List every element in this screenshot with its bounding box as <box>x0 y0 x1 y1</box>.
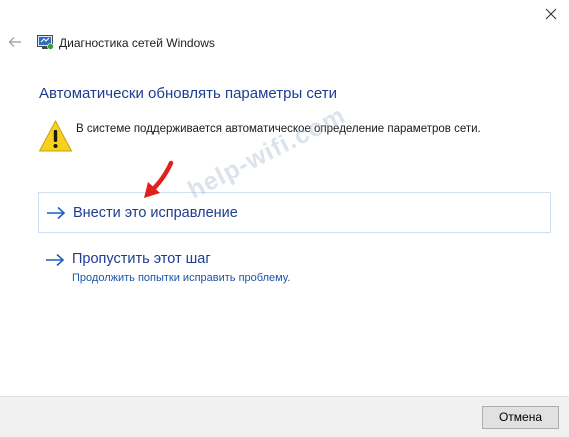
page-heading: Автоматически обновлять параметры сети <box>39 85 338 102</box>
watermark: help-wifi.com <box>183 101 351 205</box>
arrow-right-icon <box>46 253 65 267</box>
apply-fix-label: Внести это исправление <box>73 205 238 221</box>
network-diagnostics-icon <box>37 35 54 50</box>
close-button[interactable] <box>541 4 561 24</box>
red-annotation-arrow-icon <box>140 160 176 200</box>
arrow-right-icon <box>47 206 66 220</box>
back-arrow-icon <box>8 37 21 47</box>
skip-step-label: Пропустить этот шаг <box>72 251 211 267</box>
close-icon <box>545 8 557 20</box>
apply-fix-option[interactable]: Внести это исправление <box>38 192 551 233</box>
warning-icon <box>38 119 73 154</box>
skip-step-option[interactable]: Пропустить этот шаг Продолжить попытки и… <box>38 247 551 291</box>
troubleshooter-window: Диагностика сетей Windows Автоматически … <box>0 0 569 437</box>
cancel-button[interactable]: Отмена <box>482 406 559 429</box>
back-button[interactable] <box>7 34 23 50</box>
skip-step-sublabel: Продолжить попытки исправить проблему. <box>72 272 291 284</box>
footer-bar: Отмена <box>0 396 569 437</box>
window-title: Диагностика сетей Windows <box>59 36 215 50</box>
